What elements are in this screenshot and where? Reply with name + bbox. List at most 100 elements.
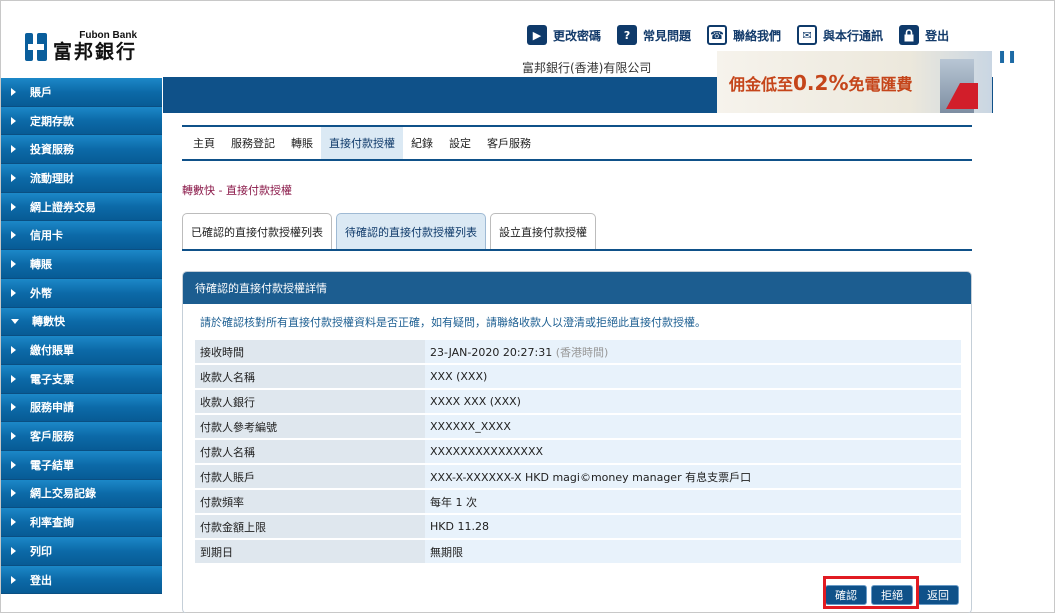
sidebar-item-e-cheque[interactable]: 電子支票 <box>1 364 162 394</box>
sidebar-item-label: 信用卡 <box>30 229 63 243</box>
sidebar-item-label: 電子支票 <box>30 372 74 386</box>
row-value: XXXXXX_XXXX <box>425 415 961 438</box>
panel-title: 待確認的直接付款授權詳情 <box>183 272 971 304</box>
row-value: XXX-X-XXXXXX-X HKD magi©money manager 有息… <box>425 465 961 488</box>
sidebar-item-label: 繳付賬單 <box>30 344 74 358</box>
sidebar-item-bill-payment[interactable]: 繳付賬單 <box>1 336 162 365</box>
row-value: XXX (XXX) <box>425 365 961 388</box>
sidebar-item-label: 電子結單 <box>30 458 74 472</box>
sidebar-item-print[interactable]: 列印 <box>1 537 162 566</box>
tab-pending-list[interactable]: 待確認的直接付款授權列表 <box>336 213 486 249</box>
logo-chinese-name: 富邦銀行 <box>53 41 138 63</box>
tab-direct-debit-authorization[interactable]: 直接付款授權 <box>321 127 403 159</box>
fubon-logo-icon <box>25 32 47 61</box>
lock-icon <box>899 25 920 45</box>
question-icon: ? <box>617 25 638 45</box>
breadcrumb: 轉數快 - 直接付款授權 <box>182 184 292 197</box>
table-row: 付款人賬戶 XXX-X-XXXXXX-X HKD magi©money mana… <box>195 465 961 488</box>
timezone-note: (香港時間) <box>555 345 609 359</box>
row-label: 到期日 <box>195 540 425 563</box>
row-value: XXXXXXXXXXXXXXX <box>425 440 961 463</box>
arrow-right-icon <box>11 231 16 240</box>
contact-us-link[interactable]: ☎ 聯絡我們 <box>707 25 781 45</box>
phone-icon: ☎ <box>707 25 728 45</box>
sidebar-item-securities[interactable]: 網上證券交易 <box>1 192 162 222</box>
arrow-right-icon <box>11 546 16 555</box>
arrow-right-icon <box>11 403 16 412</box>
arrow-right-icon <box>11 259 16 268</box>
highlight-box <box>823 576 919 609</box>
table-row: 付款人名稱 XXXXXXXXXXXXXXX <box>195 440 961 463</box>
sidebar-item-label: 定期存款 <box>30 114 74 128</box>
arrow-right-icon <box>11 374 16 383</box>
top-links: ▶ 更改密碼 ? 常見問題 ☎ 聯絡我們 ✉ 與本行通訊 登出 <box>527 25 949 45</box>
sidebar-item-mobile-banking[interactable]: 流動理財 <box>1 164 162 193</box>
sidebar-item-rates[interactable]: 利率查詢 <box>1 508 162 537</box>
arrow-right-icon <box>11 173 16 182</box>
faq-link[interactable]: ? 常見問題 <box>617 25 691 45</box>
row-label: 付款人參考編號 <box>195 415 425 438</box>
sidebar-item-label: 網上交易記錄 <box>30 487 96 501</box>
row-value: HKD 11.28 <box>425 515 961 538</box>
arrow-right-icon <box>11 518 16 527</box>
promo-prefix: 佣金低至 <box>729 75 794 94</box>
promo-rate: 0.2% <box>793 71 849 95</box>
promo-banner[interactable]: 佣金低至0.2%免電匯費 <box>717 51 992 113</box>
row-label: 付款頻率 <box>195 490 425 513</box>
fps-top-menu: 主頁 服務登記 轉賬 直接付款授權 紀錄 設定 客戶服務 <box>182 125 972 161</box>
tab-transfer[interactable]: 轉賬 <box>283 127 321 159</box>
sidebar-item-transaction-history[interactable]: 網上交易記錄 <box>1 479 162 509</box>
tab-service-registration[interactable]: 服務登記 <box>223 127 283 159</box>
back-button[interactable]: 返回 <box>917 585 959 605</box>
sidebar-item-foreign-currency[interactable]: 外幣 <box>1 278 162 308</box>
arrow-down-icon <box>11 318 19 324</box>
row-label: 付款人名稱 <box>195 440 425 463</box>
sidebar-item-customer-service[interactable]: 客戶服務 <box>1 422 162 451</box>
tab-records[interactable]: 紀錄 <box>403 127 441 159</box>
row-label: 付款人賬戶 <box>195 465 425 488</box>
message-bank-link[interactable]: ✉ 與本行通訊 <box>797 25 883 45</box>
change-password-link[interactable]: ▶ 更改密碼 <box>527 25 601 45</box>
sidebar: 賬戶 定期存款 投資服務 流動理財 網上證券交易 信用卡 轉賬 外幣 轉數快 繳… <box>1 78 162 595</box>
sidebar-item-credit-card[interactable]: 信用卡 <box>1 221 162 251</box>
faq-label: 常見問題 <box>643 28 692 43</box>
sidebar-item-time-deposit[interactable]: 定期存款 <box>1 106 162 136</box>
sidebar-item-investment[interactable]: 投資服務 <box>1 135 162 165</box>
row-value: XXXX XXX (XXX) <box>425 390 961 413</box>
sidebar-item-label: 賬戶 <box>30 85 52 99</box>
arrow-right-icon <box>11 288 16 297</box>
promo-text: 佣金低至0.2%免電匯費 <box>729 71 913 95</box>
tab-home[interactable]: 主頁 <box>185 127 223 159</box>
sidebar-item-accounts[interactable]: 賬戶 <box>1 78 162 107</box>
sidebar-item-logout[interactable]: 登出 <box>1 565 162 595</box>
mail-icon: ✉ <box>797 25 818 45</box>
authorization-tabs: 已確認的直接付款授權列表 待確認的直接付款授權列表 設立直接付款授權 <box>182 213 972 251</box>
arrow-right-icon <box>11 87 16 96</box>
sidebar-item-label: 轉數快 <box>32 315 65 329</box>
main-content: 主頁 服務登記 轉賬 直接付款授權 紀錄 設定 客戶服務 轉數快 - 直接付款授… <box>182 125 972 613</box>
pending-details-panel: 待確認的直接付款授權詳情 請於確認核對所有直接付款授權資料是否正確，如有疑問，請… <box>182 271 972 613</box>
change-password-label: 更改密碼 <box>553 28 602 43</box>
sidebar-item-label: 列印 <box>30 544 52 558</box>
fubon-logo[interactable]: Fubon Bank 富邦銀行 <box>25 31 137 62</box>
sidebar-item-e-statement[interactable]: 電子結單 <box>1 450 162 480</box>
pause-icon[interactable]: ❚❚ <box>997 49 1017 63</box>
tab-customer-service[interactable]: 客戶服務 <box>479 127 539 159</box>
arrow-right-icon <box>11 575 16 584</box>
tab-settings[interactable]: 設定 <box>441 127 479 159</box>
company-name: 富邦銀行(香港)有限公司 <box>522 61 652 75</box>
sidebar-item-service-application[interactable]: 服務申請 <box>1 393 162 423</box>
contact-us-label: 聯絡我們 <box>733 28 782 43</box>
logout-link[interactable]: 登出 <box>899 25 949 45</box>
sidebar-item-transfer[interactable]: 轉賬 <box>1 250 162 279</box>
arrow-right-icon <box>11 346 16 355</box>
tab-setup-authorization[interactable]: 設立直接付款授權 <box>490 213 596 249</box>
row-value: 每年 1 次 <box>425 490 961 513</box>
tab-confirmed-list[interactable]: 已確認的直接付款授權列表 <box>182 213 332 249</box>
table-row: 收款人銀行 XXXX XXX (XXX) <box>195 390 961 413</box>
confirmation-notice: 請於確認核對所有直接付款授權資料是否正確，如有疑問，請聯絡收款人以澄清或拒絕此直… <box>200 316 706 329</box>
logo-english-name: Fubon Bank <box>79 30 138 41</box>
sidebar-item-fps[interactable]: 轉數快 <box>1 307 162 337</box>
arrow-right-icon <box>11 202 16 211</box>
sidebar-item-label: 外幣 <box>30 286 52 300</box>
